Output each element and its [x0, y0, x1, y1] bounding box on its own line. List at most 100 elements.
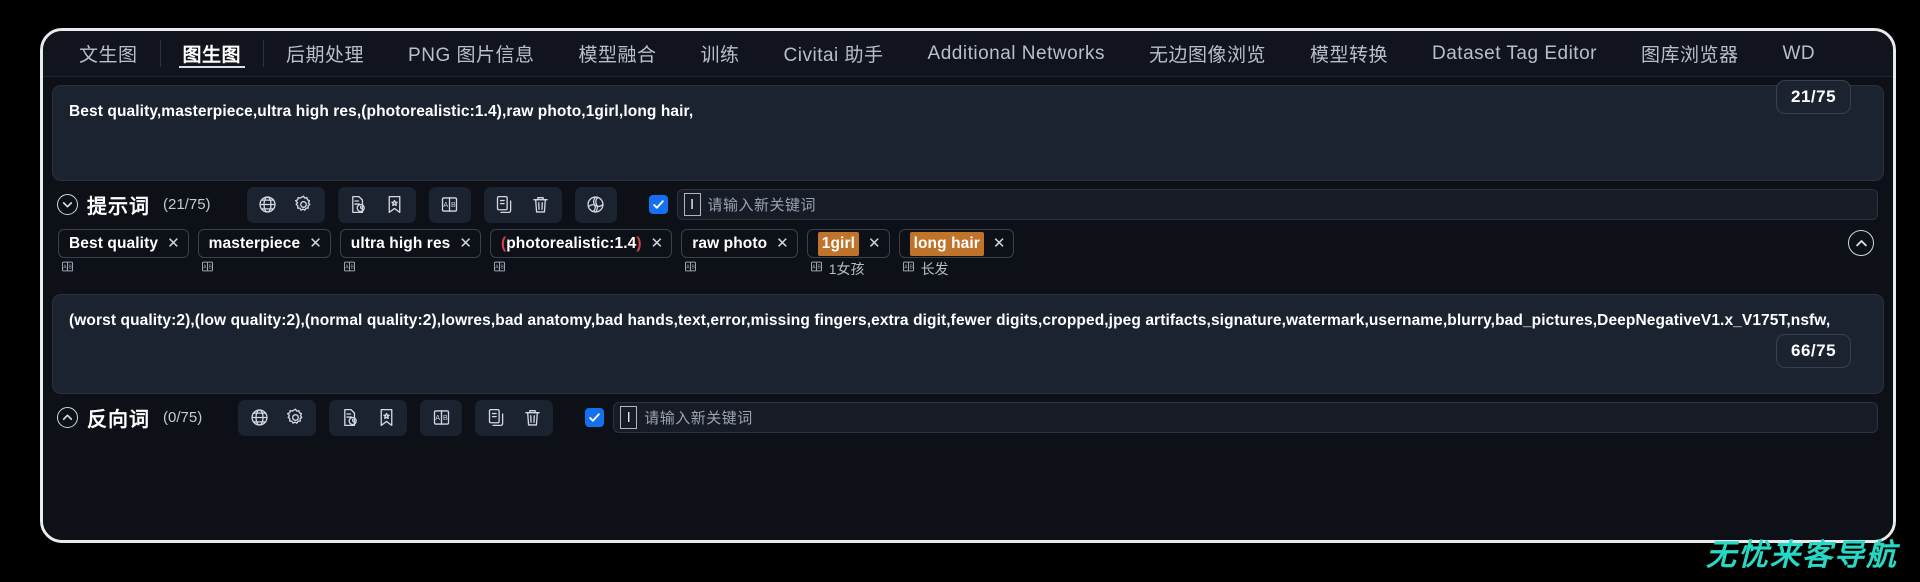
translate-ab-icon[interactable]: AB — [492, 259, 507, 279]
svg-text:B: B — [451, 202, 456, 209]
tab-4[interactable]: 模型融合 — [557, 31, 679, 76]
gear-icon[interactable] — [278, 404, 312, 432]
tag-translation-label: 1女孩 — [828, 261, 865, 277]
text-caret-icon: I — [683, 193, 701, 216]
tag-cell: masterpiece ✕ A B — [197, 229, 331, 280]
tag-translation-row: AB — [198, 258, 331, 280]
positive-keyword-input[interactable]: I 请输入新关键词 — [676, 189, 1878, 220]
svg-text:B: B — [208, 265, 212, 271]
globe-icon[interactable] — [242, 404, 276, 432]
negative-count-badge: 66/75 — [1776, 334, 1852, 368]
tab-8[interactable]: 无边图像浏览 — [1127, 31, 1288, 76]
svg-text:B: B — [500, 265, 504, 271]
tag-chip[interactable]: long hair ✕ — [898, 229, 1015, 258]
tab-10[interactable]: Dataset Tag Editor — [1410, 31, 1619, 76]
icon-group — [337, 186, 416, 223]
icon-group — [483, 186, 562, 223]
tag-translation-row: AB — [340, 258, 481, 280]
tag-remove-icon[interactable]: ✕ — [776, 236, 789, 251]
spiral-icon[interactable] — [579, 191, 613, 219]
tab-7[interactable]: Additional Networks — [906, 31, 1127, 76]
tag-chip[interactable]: (photorealistic:1.4) ✕ — [489, 229, 673, 258]
tab-3[interactable]: PNG 图片信息 — [386, 31, 556, 76]
tag-label: masterpiece — [208, 234, 301, 252]
tag-cell: (photorealistic:1.4) ✕ A B — [489, 229, 673, 280]
icon-group — [246, 186, 325, 223]
negative-section-title: 反向词 (0/75) — [57, 403, 202, 432]
tag-label: Best quality — [69, 234, 159, 252]
icon-group: AB — [428, 186, 471, 223]
svg-text:A: A — [435, 415, 440, 422]
icon-group — [574, 186, 617, 223]
translate-ab-icon[interactable]: AB — [200, 259, 215, 279]
svg-text:A: A — [495, 265, 499, 271]
bookmark-icon[interactable] — [378, 191, 412, 219]
icon-group — [329, 399, 408, 436]
chevron-down-icon[interactable] — [57, 194, 78, 215]
positive-section-title: 提示词 (21/75) — [57, 190, 211, 219]
positive-icon-groups: AB — [246, 186, 617, 223]
tag-chip[interactable]: Best quality ✕ — [58, 229, 189, 258]
watermark: 无忧来客导航 — [1706, 538, 1898, 573]
negative-keyword-input[interactable]: I 请输入新关键词 — [613, 402, 1878, 433]
svg-text:A: A — [345, 265, 349, 271]
translate-ab-icon[interactable]: AB — [433, 191, 467, 219]
tag-translation-row: A B 长发 — [899, 258, 1015, 280]
svg-text:B: B — [443, 415, 448, 422]
positive-keyword-placeholder: 请输入新关键词 — [707, 197, 817, 214]
translate-ab-icon[interactable]: AB — [809, 259, 824, 279]
tab-6[interactable]: Civitai 助手 — [762, 31, 906, 76]
tag-chip[interactable]: ultra high res ✕ — [339, 229, 481, 258]
document-history-icon[interactable] — [342, 191, 376, 219]
translate-ab-icon[interactable]: AB — [342, 259, 357, 279]
tab-1[interactable]: 图生图 — [159, 31, 264, 76]
icon-group — [238, 399, 317, 436]
webui-main-panel: 文生图 图生图 后期处理 PNG 图片信息 模型融合 训练 Civitai 助手 Additi… — [40, 28, 1896, 543]
translate-ab-icon[interactable]: AB — [901, 259, 916, 279]
negative-keyword-placeholder: 请输入新关键词 — [644, 410, 753, 427]
tab-0[interactable]: 文生图 — [57, 31, 160, 76]
translate-ab-icon[interactable]: AB — [683, 259, 698, 279]
positive-prompt-textarea[interactable]: Best quality,masterpiece,ultra high res,… — [52, 85, 1884, 181]
tag-remove-icon[interactable]: ✕ — [167, 236, 180, 251]
tab-9[interactable]: 模型转换 — [1288, 31, 1410, 76]
tab-11[interactable]: 图库浏览器 — [1619, 31, 1761, 76]
svg-text:B: B — [350, 265, 354, 271]
copy-icon[interactable] — [479, 404, 513, 432]
tag-remove-icon[interactable]: ✕ — [993, 236, 1006, 251]
tab-5[interactable]: 训练 — [679, 31, 762, 76]
chevron-up-circle-icon[interactable] — [1848, 230, 1874, 256]
positive-keyword-checkbox[interactable] — [648, 195, 668, 214]
trash-icon[interactable] — [515, 404, 549, 432]
trash-icon[interactable] — [524, 191, 558, 219]
positive-count-badge: 21/75 — [1776, 80, 1852, 114]
tag-remove-icon[interactable]: ✕ — [309, 236, 322, 251]
positive-tag-list: Best quality ✕ A Bmasterpiece ✕ A Bultra high … — [52, 228, 1884, 290]
tag-chip[interactable]: 1girl ✕ — [806, 229, 890, 258]
icon-group — [475, 399, 554, 436]
copy-icon[interactable] — [488, 191, 522, 219]
globe-icon[interactable] — [251, 191, 285, 219]
tab-2[interactable]: 后期处理 — [264, 31, 386, 76]
translate-ab-icon[interactable]: AB — [60, 259, 75, 279]
negative-prompt-textarea[interactable]: (worst quality:2),(low quality:2),(norma… — [52, 294, 1884, 394]
svg-text:A: A — [203, 265, 207, 271]
translate-ab-icon[interactable]: AB — [424, 404, 458, 432]
icon-group: AB — [420, 399, 463, 436]
tag-remove-icon[interactable]: ✕ — [459, 236, 472, 251]
tag-cell: raw photo ✕ A B — [681, 229, 798, 280]
document-history-icon[interactable] — [333, 404, 367, 432]
tab-12[interactable]: WD — [1760, 31, 1837, 76]
tag-cell: ultra high res ✕ A B — [339, 229, 481, 280]
gear-icon[interactable] — [287, 191, 321, 219]
svg-text:A: A — [686, 265, 690, 271]
chevron-up-icon[interactable] — [57, 407, 78, 428]
tag-remove-icon[interactable]: ✕ — [868, 236, 881, 251]
svg-text:A: A — [443, 202, 448, 209]
tag-chip[interactable]: masterpiece ✕ — [197, 229, 331, 258]
tag-chip[interactable]: raw photo ✕ — [681, 229, 798, 258]
tag-label: (photorealistic:1.4) — [500, 234, 642, 252]
bookmark-icon[interactable] — [369, 404, 403, 432]
negative-keyword-checkbox[interactable] — [585, 408, 605, 427]
tag-remove-icon[interactable]: ✕ — [651, 236, 664, 251]
